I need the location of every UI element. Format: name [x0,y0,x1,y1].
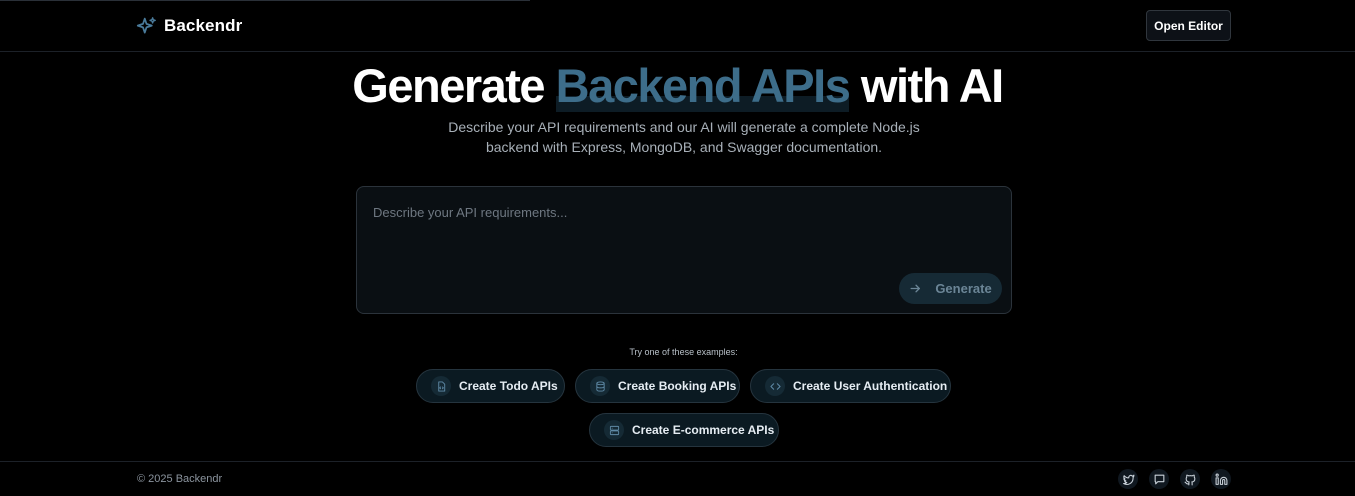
github-icon[interactable] [1180,469,1200,489]
top-divider [0,0,530,1]
example-chip-todo[interactable]: Create Todo APIs [416,369,565,403]
example-chip-label: Create Booking APIs [618,379,737,393]
footer: © 2025 Backendr [0,461,1355,496]
generate-button[interactable]: Generate [899,273,1002,304]
hero-subtitle: Describe your API requirements and our A… [448,119,920,155]
brand-name: Backendr [164,16,243,35]
prompt-box: Generate [356,186,1012,314]
hero-title-prefix: Generate [352,59,545,112]
example-chip-booking[interactable]: Create Booking APIs [575,369,740,403]
hero-title-accent: Backend APIs [555,59,851,112]
sparkles-icon [136,16,156,33]
twitter-icon[interactable] [1118,469,1138,489]
hero-title-suffix: with AI [860,59,1004,112]
code-icon [765,376,785,396]
example-chip-ecommerce[interactable]: Create E-commerce APIs [589,413,779,447]
examples-label: Try one of these examples: [629,347,738,357]
database-icon [590,376,610,396]
open-editor-button[interactable]: Open Editor [1146,10,1231,41]
example-chip-label: Create Todo APIs [459,379,558,393]
copyright: © 2025 Backendr [137,473,223,485]
top-navbar: Backendr Open Editor [0,0,1355,52]
hero-title: Generate Backend APIs with AI [0,58,1355,114]
brand[interactable]: Backendr [136,14,242,38]
file-code-icon [431,376,451,396]
arrow-right-icon [910,284,921,293]
generate-label: Generate [935,281,992,296]
server-icon [604,420,624,440]
example-chip-auth[interactable]: Create User Authentication [750,369,951,403]
linkedin-icon[interactable] [1211,469,1231,489]
api-requirements-input[interactable] [373,205,993,261]
example-chip-label: Create E-commerce APIs [632,423,775,437]
example-chip-label: Create User Authentication [793,379,948,393]
message-icon[interactable] [1149,469,1169,489]
